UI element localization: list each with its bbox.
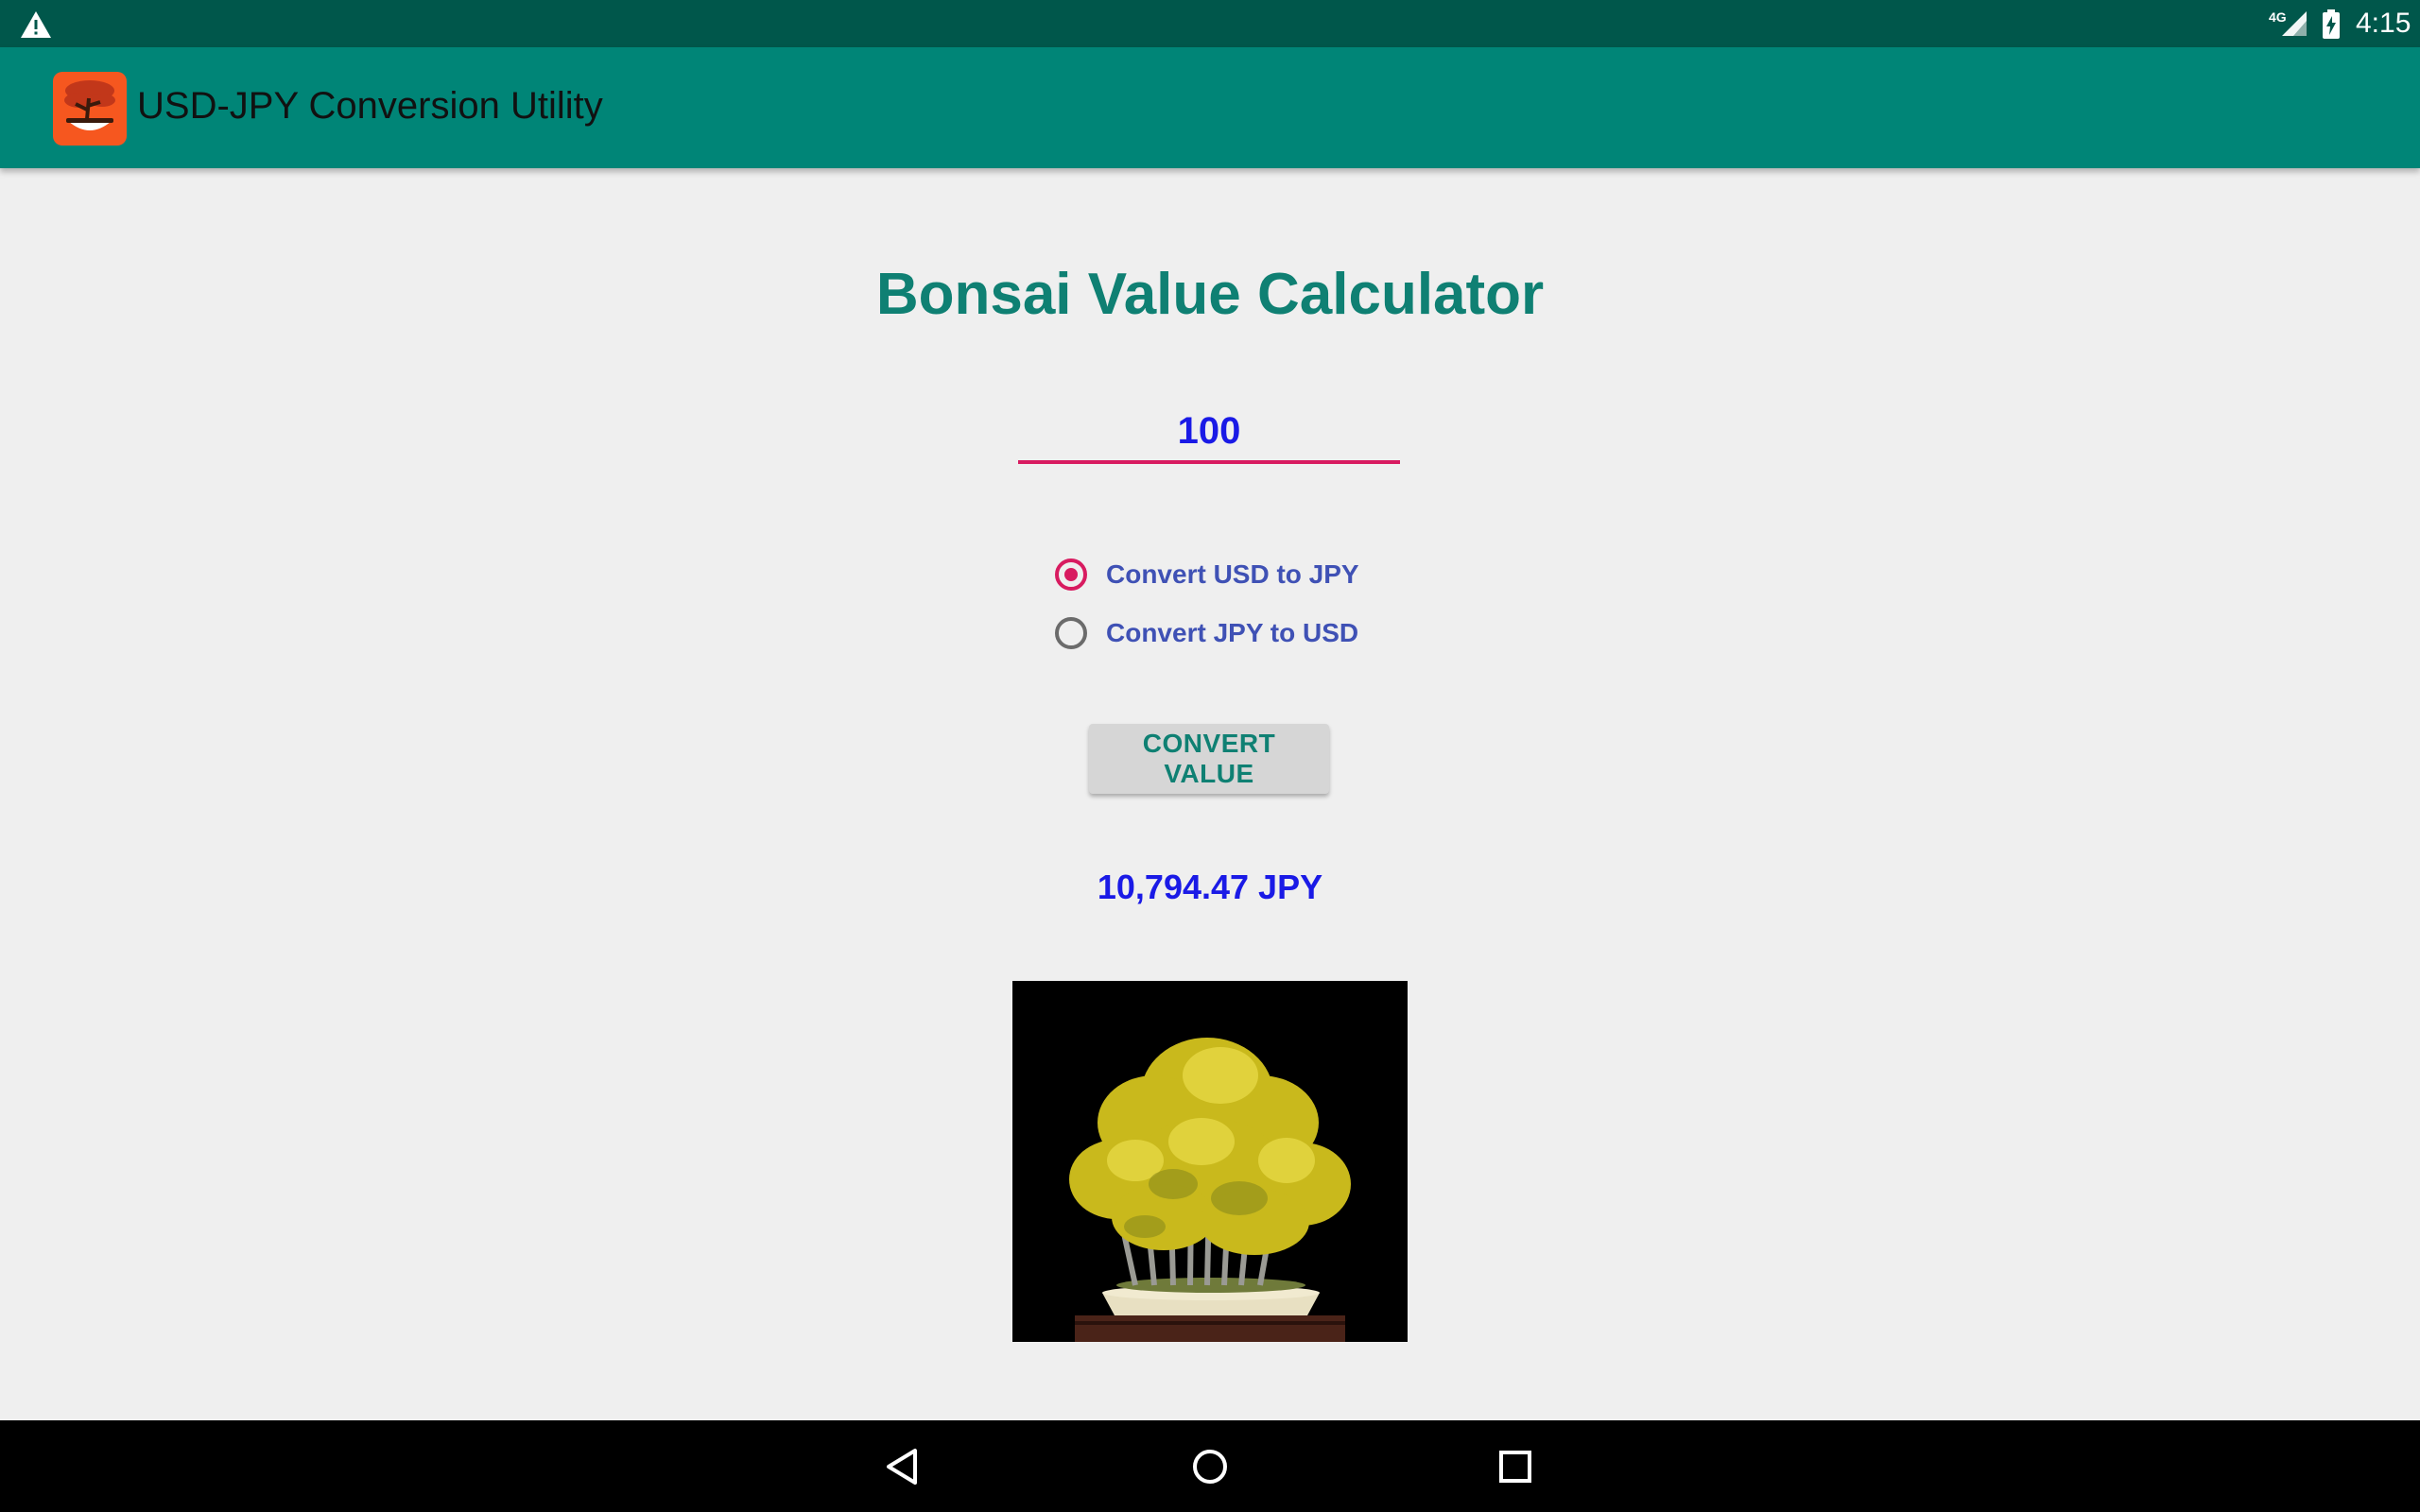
- radio-label-usd-to-jpy: Convert USD to JPY: [1106, 559, 1359, 589]
- bonsai-logo-icon: [53, 72, 127, 146]
- radio-checked-icon: [1055, 558, 1087, 591]
- app-bar: USD-JPY Conversion Utility: [0, 47, 2420, 168]
- radio-jpy-to-usd[interactable]: Convert JPY to USD: [1055, 604, 1359, 662]
- radio-label-jpy-to-usd: Convert JPY to USD: [1106, 618, 1359, 647]
- battery-charging-icon: [2323, 9, 2340, 39]
- signal-icon: [2282, 11, 2307, 36]
- radio-unchecked-icon: [1055, 617, 1087, 649]
- back-icon[interactable]: [881, 1445, 925, 1488]
- clock: 4:15: [2356, 8, 2411, 39]
- navigation-bar: [0, 1420, 2420, 1512]
- amount-input[interactable]: [1018, 402, 1400, 464]
- amount-input-container: [1018, 402, 1400, 464]
- page-title: Bonsai Value Calculator: [875, 262, 1545, 327]
- app-title: USD-JPY Conversion Utility: [137, 85, 603, 127]
- recents-icon[interactable]: [1494, 1445, 1537, 1488]
- radio-usd-to-jpy[interactable]: Convert USD to JPY: [1055, 545, 1359, 604]
- warning-icon: [21, 11, 51, 38]
- convert-value-button[interactable]: CONVERT VALUE: [1089, 724, 1329, 794]
- conversion-result: 10,794.47 JPY: [1097, 868, 1323, 906]
- home-icon[interactable]: [1188, 1445, 1232, 1488]
- status-bar: 4G 4:15: [0, 0, 2420, 47]
- conversion-direction-group: Convert USD to JPY Convert JPY to USD: [1055, 545, 1359, 662]
- bonsai-tree-photo: [1012, 981, 1408, 1342]
